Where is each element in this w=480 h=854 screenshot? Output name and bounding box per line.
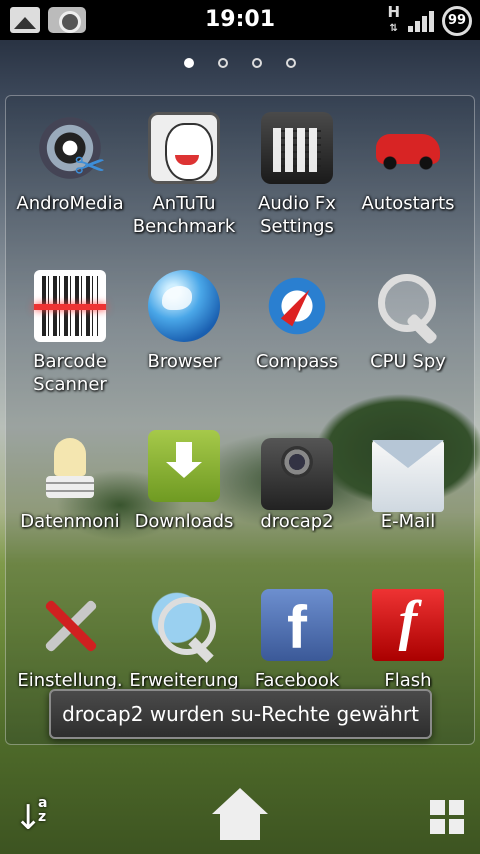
datenmonitor-icon: [34, 430, 106, 502]
app-drocap2[interactable]: drocap2: [241, 430, 353, 533]
grid-icon[interactable]: [430, 800, 464, 834]
app-barcode-scanner[interactable]: Barcode Scanner: [14, 270, 126, 396]
app-datenmonitor[interactable]: Datenmoni: [14, 430, 126, 533]
app-andromedia[interactable]: AndroMedia: [14, 112, 126, 215]
email-icon: [372, 440, 444, 512]
compass-icon: [261, 270, 333, 342]
home-icon: [234, 822, 246, 840]
app-antutu[interactable]: AnTuTu Benchmark: [128, 112, 240, 238]
toast-message: drocap2 wurden su-Rechte gewährt: [49, 689, 432, 739]
facebook-icon: [261, 589, 333, 662]
sort-button[interactable]: ↓ a z: [10, 794, 56, 840]
barcode-icon: [34, 270, 106, 342]
app-label: Datenmoni: [20, 511, 120, 532]
app-drawer[interactable]: AndroMedia AnTuTu Benchmark Audio Fx Set…: [5, 95, 475, 745]
app-label: Audio Fx Settings: [258, 193, 336, 237]
antutu-icon: [148, 112, 220, 184]
flash-icon: [372, 589, 444, 661]
page-dot[interactable]: [286, 58, 296, 68]
app-label: Barcode Scanner: [33, 351, 107, 395]
settings-icon: [34, 589, 106, 661]
app-flash[interactable]: Flash: [352, 589, 464, 692]
app-einstellungen[interactable]: Einstellung.: [14, 589, 126, 692]
app-browser[interactable]: Browser: [128, 270, 240, 373]
app-label: drocap2: [260, 511, 334, 532]
app-audio-fx[interactable]: Audio Fx Settings: [241, 112, 353, 238]
downloads-icon: [148, 430, 220, 502]
andromedia-icon: [34, 112, 106, 188]
page-indicator: [0, 58, 480, 68]
autostarts-icon: [372, 112, 444, 184]
app-autostarts[interactable]: Autostarts: [352, 112, 464, 215]
app-email[interactable]: E-Mail: [352, 430, 464, 533]
app-label: Downloads: [134, 511, 234, 532]
app-cpu-spy[interactable]: CPU Spy: [352, 270, 464, 373]
page-dot[interactable]: [252, 58, 262, 68]
app-label: Autostarts: [361, 193, 455, 214]
cpu-spy-icon: [372, 270, 444, 342]
audio-fx-icon: [261, 112, 333, 184]
drocap-icon: [261, 438, 333, 510]
network-type: H: [387, 3, 400, 21]
app-downloads[interactable]: Downloads: [128, 430, 240, 533]
browser-icon: [148, 270, 220, 342]
battery-level: 99: [447, 13, 467, 28]
app-compass[interactable]: Compass: [241, 270, 353, 373]
app-label: E-Mail: [380, 511, 436, 532]
app-label: CPU Spy: [370, 351, 446, 372]
bottom-bar: ↓ a z: [0, 778, 480, 854]
page-dot[interactable]: [218, 58, 228, 68]
status-bar: 19:01 H ⇅ 99: [0, 0, 480, 40]
app-label: AndroMedia: [16, 193, 124, 214]
network-h-icon: H ⇅: [387, 3, 400, 35]
app-label: Compass: [255, 351, 339, 372]
app-facebook[interactable]: Facebook: [241, 589, 353, 692]
sort-az-label: a z: [38, 795, 48, 825]
page-dot[interactable]: [184, 58, 194, 68]
app-label: Browser: [147, 351, 221, 372]
app-erweiterung[interactable]: Erweiterung: [128, 589, 240, 692]
signal-icon: [408, 10, 434, 32]
extension-icon: [148, 589, 220, 661]
battery-icon: 99: [442, 5, 472, 36]
home-button[interactable]: [210, 788, 270, 844]
app-label: AnTuTu Benchmark: [132, 193, 236, 237]
